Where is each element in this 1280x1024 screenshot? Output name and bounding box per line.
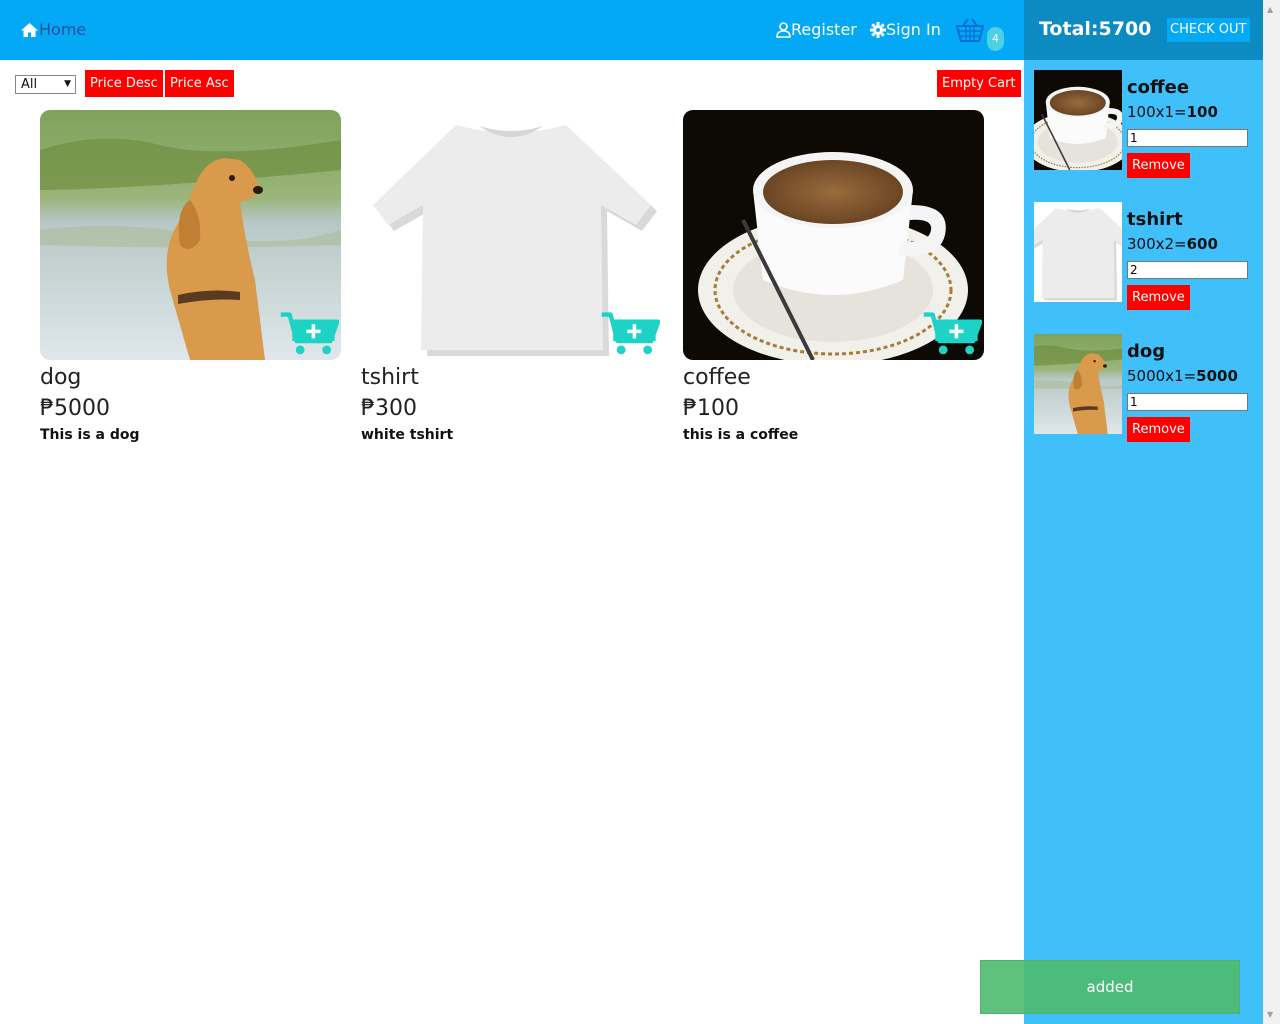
cart-item-thumbnail	[1034, 334, 1122, 434]
cart-item-thumbnail	[1034, 70, 1122, 170]
nav-signin-link[interactable]: Sign In	[870, 20, 941, 39]
product-image-tshirt	[361, 110, 662, 360]
gear-icon	[870, 21, 886, 38]
nav-signin-label: Sign In	[886, 20, 941, 39]
cart-count-badge: 4	[987, 27, 1004, 51]
product-description: this is a coffee	[683, 427, 799, 443]
cart-item-quantity-input[interactable]	[1127, 393, 1248, 411]
add-to-cart-icon[interactable]	[279, 308, 339, 360]
product-title: dog	[40, 365, 82, 390]
cart-item-calculation: 100x1=100	[1127, 103, 1218, 121]
cart-item-name: dog	[1127, 341, 1166, 362]
nav-register-link[interactable]: Register	[776, 20, 857, 39]
nav-home-label: Home	[39, 20, 87, 39]
cart-item-subtotal: 100	[1186, 103, 1218, 121]
cart-item-quantity-input[interactable]	[1127, 129, 1248, 147]
product-description: white tshirt	[361, 427, 454, 443]
cart-item-name: tshirt	[1127, 209, 1183, 230]
product-price: ₱5000	[40, 396, 110, 421]
cart-item: tshirt 300x2=600 Remove	[1034, 202, 1259, 312]
product-card-tshirt: tshirt ₱300 white tshirt	[361, 110, 662, 443]
home-icon	[21, 22, 38, 37]
product-card-dog: dog ₱5000 This is a dog	[40, 110, 341, 443]
cart-item-subtotal: 600	[1186, 235, 1218, 253]
cart-item: dog 5000x1=5000 Remove	[1034, 334, 1259, 444]
cart-item-calculation: 300x2=600	[1127, 235, 1218, 253]
checkout-button[interactable]: CHECK OUT	[1167, 18, 1250, 42]
product-description: This is a dog	[40, 427, 140, 443]
cart-toggle-button[interactable]	[955, 17, 985, 47]
product-title: tshirt	[361, 365, 419, 390]
product-image-dog	[40, 110, 341, 360]
vertical-scrollbar[interactable]: ▲ ▼	[1263, 0, 1280, 1024]
cart-item-thumbnail	[1034, 202, 1122, 302]
filter-select-value: All	[21, 77, 38, 92]
remove-item-button[interactable]: Remove	[1127, 285, 1190, 310]
filter-select[interactable]: All ▼	[15, 75, 76, 94]
basket-icon	[955, 18, 985, 42]
nav-register-label: Register	[791, 20, 857, 39]
toast-notification: added	[980, 960, 1240, 1014]
nav-home-link[interactable]: Home	[20, 20, 86, 39]
cart-item-name: coffee	[1127, 77, 1190, 98]
remove-item-button[interactable]: Remove	[1127, 153, 1190, 178]
price-asc-button[interactable]: Price Asc	[165, 70, 234, 97]
scroll-down-icon[interactable]: ▼	[1267, 1010, 1273, 1019]
price-desc-button[interactable]: Price Desc	[85, 70, 163, 97]
remove-item-button[interactable]: Remove	[1127, 417, 1190, 442]
user-icon	[776, 21, 791, 38]
product-title: coffee	[683, 365, 751, 390]
cart-item: coffee 100x1=100 Remove	[1034, 70, 1259, 180]
empty-cart-button[interactable]: Empty Cart	[937, 70, 1021, 97]
scroll-up-icon[interactable]: ▲	[1267, 5, 1273, 14]
cart-total: Total:5700	[1039, 18, 1152, 40]
add-to-cart-icon[interactable]	[922, 308, 982, 360]
top-navbar: Home Register Sign In 4	[0, 0, 1024, 60]
cart-header: Total:5700 CHECK OUT	[1024, 0, 1263, 60]
product-price: ₱300	[361, 396, 417, 421]
cart-sidebar: Total:5700 CHECK OUT coffee 100x1=100 Re…	[1024, 0, 1263, 1024]
product-image-coffee	[683, 110, 984, 360]
add-to-cart-icon[interactable]	[600, 308, 660, 360]
cart-item-quantity-input[interactable]	[1127, 261, 1248, 279]
product-card-coffee: coffee ₱100 this is a coffee	[683, 110, 984, 443]
cart-item-calculation: 5000x1=5000	[1127, 367, 1238, 385]
dropdown-arrow-icon: ▼	[64, 79, 71, 89]
product-price: ₱100	[683, 396, 739, 421]
cart-item-subtotal: 5000	[1196, 367, 1238, 385]
